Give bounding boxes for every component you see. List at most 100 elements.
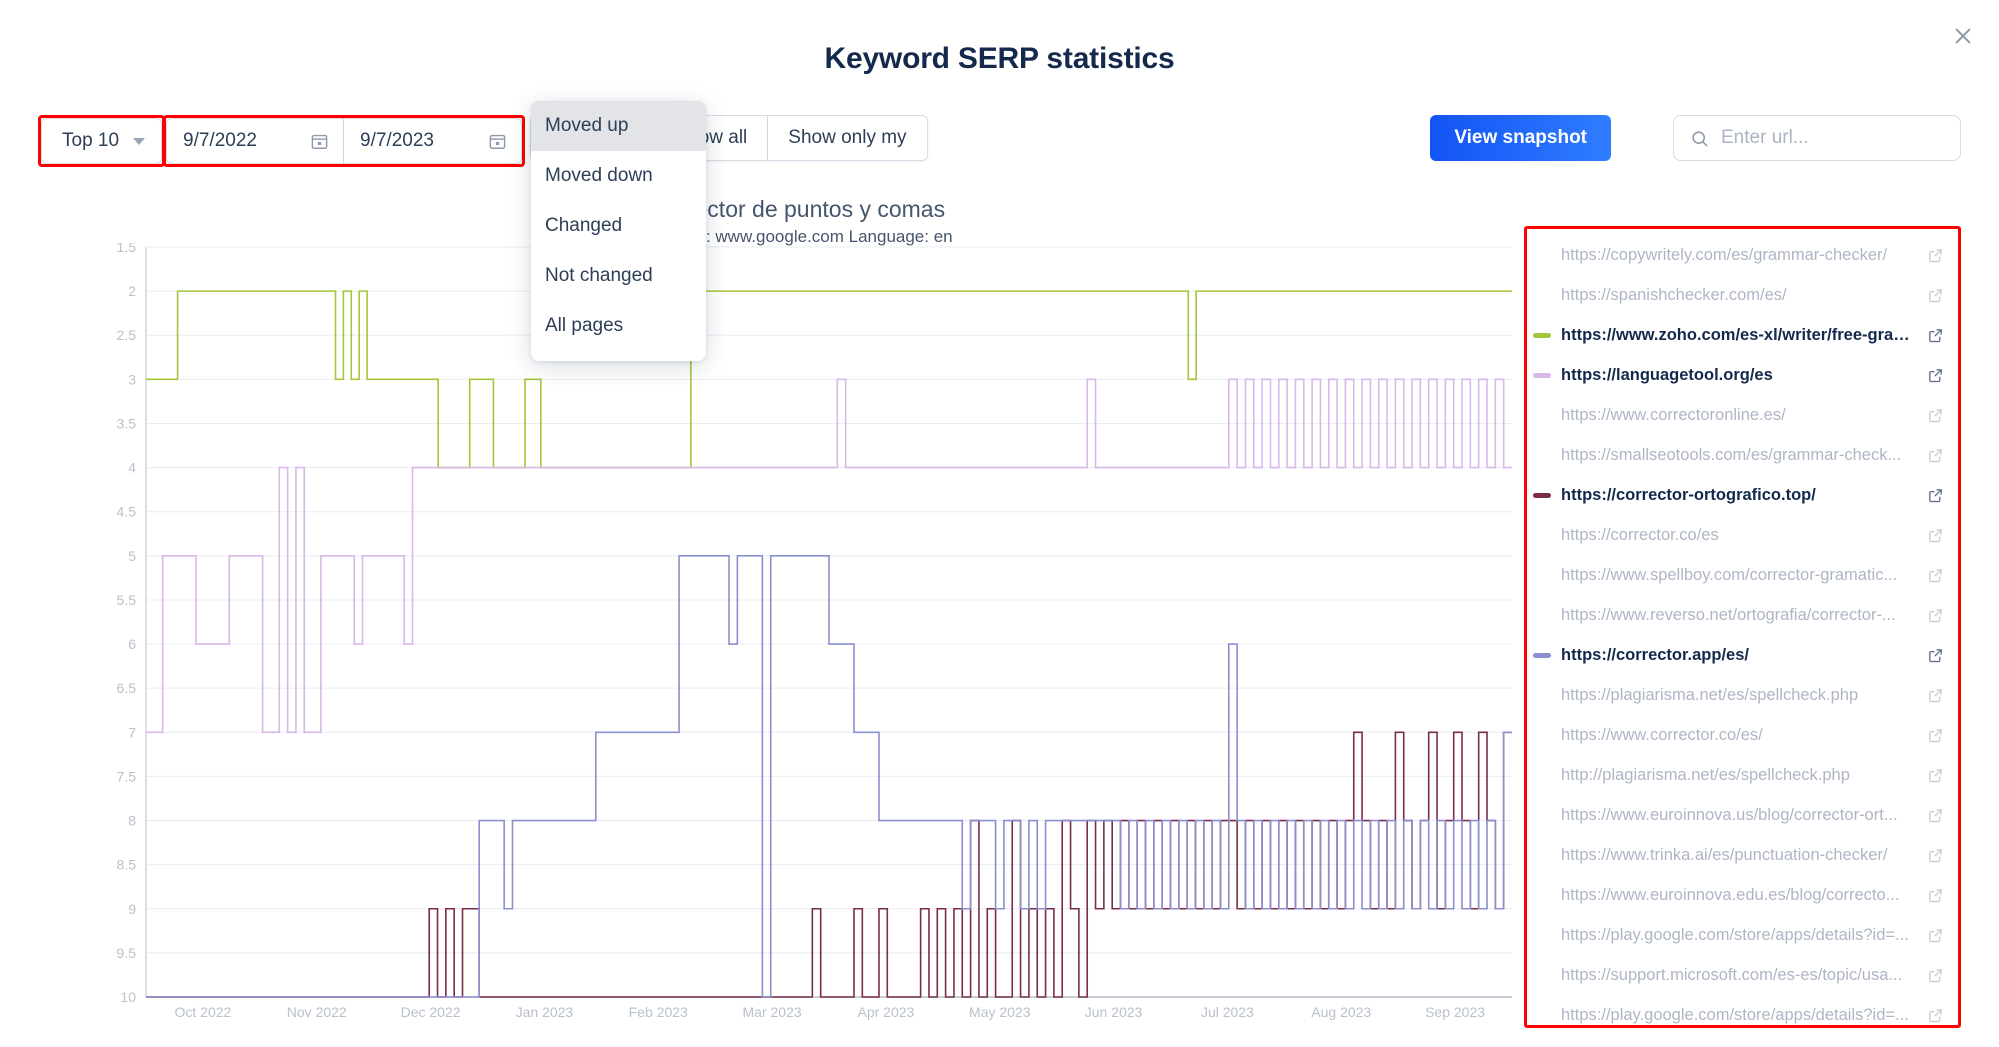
external-link-icon[interactable] xyxy=(1927,407,1944,424)
page-title: Keyword SERP statistics xyxy=(824,42,1175,75)
external-link-icon[interactable] xyxy=(1927,647,1944,664)
date-from-field[interactable]: 9/7/2022 xyxy=(166,118,344,164)
keyword-serp-statistics-modal: Keyword SERP statistics Top 10 9/7/2022 xyxy=(0,0,1999,1047)
external-link-icon[interactable] xyxy=(1927,927,1944,944)
svg-text:1.5: 1.5 xyxy=(117,243,137,255)
svg-text:Dec 2022: Dec 2022 xyxy=(401,1004,461,1020)
series-color-swatch xyxy=(1533,332,1555,338)
svg-text:3.5: 3.5 xyxy=(117,415,137,431)
dropdown-item-all-pages[interactable]: All pages xyxy=(531,301,706,351)
url-list-item[interactable]: https://smallseotools.com/es/grammar-che… xyxy=(1527,435,1958,475)
url-list-item[interactable]: https://play.google.com/store/apps/detai… xyxy=(1527,915,1958,955)
url-list-item[interactable]: https://corrector-ortografico.top/ xyxy=(1527,475,1958,515)
toolbar: Top 10 9/7/2022 9/7/2023 Show all Show o… xyxy=(0,101,1999,361)
segment-show-only-my[interactable]: Show only my xyxy=(768,115,928,161)
svg-text:7.5: 7.5 xyxy=(117,768,137,784)
svg-text:May 2023: May 2023 xyxy=(969,1004,1031,1020)
url-list-item[interactable]: https://www.euroinnova.us/blog/corrector… xyxy=(1527,795,1958,835)
url-list-item[interactable]: https://support.microsoft.com/es-es/topi… xyxy=(1527,955,1958,995)
svg-text:Jan 2023: Jan 2023 xyxy=(516,1004,574,1020)
svg-text:8.5: 8.5 xyxy=(117,857,137,873)
url-label: https://smallseotools.com/es/grammar-che… xyxy=(1561,445,1902,464)
url-list-item[interactable]: https://www.euroinnova.edu.es/blog/corre… xyxy=(1527,875,1958,915)
svg-text:Feb 2023: Feb 2023 xyxy=(629,1004,688,1020)
svg-text:Mar 2023: Mar 2023 xyxy=(743,1004,802,1020)
svg-text:4: 4 xyxy=(128,460,136,476)
svg-text:Aug 2023: Aug 2023 xyxy=(1311,1004,1371,1020)
external-link-icon[interactable] xyxy=(1927,887,1944,904)
url-list-panel: https://copywritely.com/es/grammar-check… xyxy=(1524,226,1961,1028)
external-link-icon[interactable] xyxy=(1927,727,1944,744)
search-icon xyxy=(1692,130,1708,146)
external-link-icon[interactable] xyxy=(1927,327,1944,344)
url-list-item[interactable]: https://corrector.co/es xyxy=(1527,515,1958,555)
svg-text:10: 10 xyxy=(120,989,136,1005)
svg-text:Apr 2023: Apr 2023 xyxy=(858,1004,915,1020)
calendar-icon[interactable] xyxy=(310,132,329,151)
url-list-item[interactable]: https://languagetool.org/es xyxy=(1527,355,1958,395)
url-list-item[interactable]: https://plagiarisma.net/es/spellcheck.ph… xyxy=(1527,675,1958,715)
url-list-item[interactable]: https://www.trinka.ai/es/punctuation-che… xyxy=(1527,835,1958,875)
top-filter-label: Top 10 xyxy=(62,130,120,151)
rank-chart: 1.5 2 2.5 3 3.5 4 4.5 5 5.5 6 6.5 7 7.5 8 8.5 9 9.5 10 Oct… xyxy=(100,243,1520,1023)
url-list-item[interactable]: https://www.reverso.net/ortografia/corre… xyxy=(1527,595,1958,635)
url-label: https://play.google.com/store/apps/detai… xyxy=(1561,1005,1909,1024)
external-link-icon[interactable] xyxy=(1927,767,1944,784)
url-list-item[interactable]: https://copywritely.com/es/grammar-check… xyxy=(1527,235,1958,275)
rank-chart-svg: 1.5 2 2.5 3 3.5 4 4.5 5 5.5 6 6.5 7 7.5 8 8.5 9 9.5 10 Oct… xyxy=(117,243,1512,1020)
external-link-icon[interactable] xyxy=(1927,687,1944,704)
external-link-icon[interactable] xyxy=(1927,567,1944,584)
svg-text:5: 5 xyxy=(128,548,136,564)
svg-text:Sep 2023: Sep 2023 xyxy=(1425,1004,1485,1020)
external-link-icon[interactable] xyxy=(1927,527,1944,544)
url-label: https://corrector-ortografico.top/ xyxy=(1561,485,1816,504)
url-list-item[interactable]: http://plagiarisma.net/es/spellcheck.php xyxy=(1527,755,1958,795)
external-link-icon[interactable] xyxy=(1927,847,1944,864)
dropdown-item-not-changed[interactable]: Not changed xyxy=(531,251,706,301)
date-from-value: 9/7/2022 xyxy=(183,130,257,151)
url-label: https://play.google.com/store/apps/detai… xyxy=(1561,925,1909,944)
external-link-icon[interactable] xyxy=(1927,967,1944,984)
external-link-icon[interactable] xyxy=(1927,287,1944,304)
external-link-icon[interactable] xyxy=(1927,1007,1944,1024)
view-snapshot-button[interactable]: View snapshot xyxy=(1430,115,1611,161)
external-link-icon[interactable] xyxy=(1927,447,1944,464)
url-list-item[interactable]: https://www.zoho.com/es-xl/writer/free-g… xyxy=(1527,315,1958,355)
url-label: https://support.microsoft.com/es-es/topi… xyxy=(1561,965,1903,984)
svg-text:Jul 2023: Jul 2023 xyxy=(1201,1004,1254,1020)
svg-text:2.5: 2.5 xyxy=(117,327,137,343)
external-link-icon[interactable] xyxy=(1927,247,1944,264)
url-list-item[interactable]: https://www.corrector.co/es/ xyxy=(1527,715,1958,755)
filter-dropdown-menu: Moved up Moved down Changed Not changed … xyxy=(531,101,706,361)
external-link-icon[interactable] xyxy=(1927,367,1944,384)
url-label: https://spanishchecker.com/es/ xyxy=(1561,285,1787,304)
calendar-icon[interactable] xyxy=(488,132,507,151)
date-to-field[interactable]: 9/7/2023 xyxy=(344,118,522,164)
url-label: https://www.zoho.com/es-xl/writer/free-g… xyxy=(1561,325,1919,344)
url-list-item[interactable]: https://corrector.app/es/ xyxy=(1527,635,1958,675)
url-label: https://www.trinka.ai/es/punctuation-che… xyxy=(1561,845,1888,864)
url-list-item[interactable]: https://play.google.com/store/apps/detai… xyxy=(1527,995,1958,1025)
top-filter-select[interactable]: Top 10 xyxy=(41,118,163,164)
svg-text:9.5: 9.5 xyxy=(117,945,137,961)
search-input[interactable] xyxy=(1721,127,1944,149)
url-search-box[interactable] xyxy=(1673,115,1961,161)
external-link-icon[interactable] xyxy=(1927,607,1944,624)
url-list-item[interactable]: https://www.spellboy.com/corrector-grama… xyxy=(1527,555,1958,595)
svg-text:3: 3 xyxy=(128,371,136,387)
chevron-down-icon xyxy=(133,137,146,145)
url-list-item[interactable]: https://spanishchecker.com/es/ xyxy=(1527,275,1958,315)
url-list-item[interactable]: https://www.correctoronline.es/ xyxy=(1527,395,1958,435)
external-link-icon[interactable] xyxy=(1927,807,1944,824)
top-filter-highlight: Top 10 xyxy=(38,115,166,167)
url-label: https://www.correctoronline.es/ xyxy=(1561,405,1786,424)
url-label: https://www.euroinnova.us/blog/corrector… xyxy=(1561,805,1898,824)
dropdown-item-moved-up[interactable]: Moved up xyxy=(531,101,706,151)
dropdown-item-changed[interactable]: Changed xyxy=(531,201,706,251)
svg-text:7: 7 xyxy=(128,724,136,740)
svg-text:2: 2 xyxy=(128,283,136,299)
svg-text:Nov 2022: Nov 2022 xyxy=(287,1004,347,1020)
dropdown-item-moved-down[interactable]: Moved down xyxy=(531,151,706,201)
external-link-icon[interactable] xyxy=(1927,487,1944,504)
url-label: https://www.corrector.co/es/ xyxy=(1561,725,1763,744)
